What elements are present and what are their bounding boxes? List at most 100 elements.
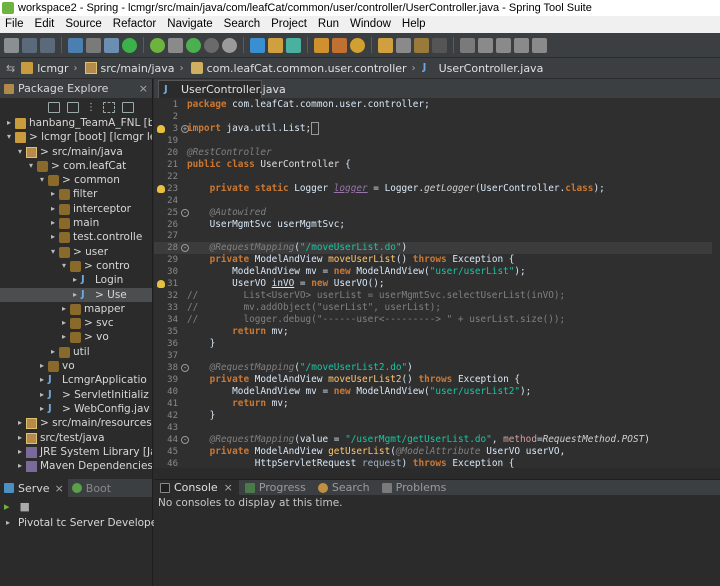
- tree-item[interactable]: ▸ J > Use: [0, 287, 152, 302]
- editor-scrollbar[interactable]: [712, 98, 720, 468]
- edit-icon[interactable]: [414, 37, 429, 53]
- toggle-mark-occurrences-icon[interactable]: [378, 37, 393, 53]
- chevron-right-icon[interactable]: ▸: [60, 302, 68, 316]
- code-line[interactable]: 46 HttpServletRequest request) throws Ex…: [154, 458, 720, 469]
- open-task-icon[interactable]: [332, 37, 347, 53]
- code-line[interactable]: 30 ModelAndView mv = new ModelAndView("u…: [154, 266, 720, 278]
- tree-item[interactable]: ▾ > user: [0, 245, 152, 259]
- tree-item[interactable]: ▸ src/test/java: [0, 431, 152, 445]
- terminal-icon[interactable]: [68, 37, 83, 53]
- code-line[interactable]: 2: [154, 111, 720, 123]
- code-line[interactable]: 23 private static Logger logger = Logger…: [154, 183, 720, 195]
- breadcrumb-file[interactable]: UserController.java: [439, 62, 544, 75]
- tree-item[interactable]: ▸ main: [0, 216, 152, 230]
- save-all-icon[interactable]: [40, 37, 55, 53]
- link-with-editor-icon[interactable]: [67, 101, 79, 113]
- save-icon[interactable]: [22, 37, 37, 53]
- maximize-icon[interactable]: [122, 101, 134, 113]
- close-icon[interactable]: ×: [224, 481, 233, 494]
- tab-search[interactable]: Search: [312, 480, 376, 495]
- menu-project[interactable]: Project: [266, 16, 313, 33]
- code-line[interactable]: 26 UserMgmtSvc userMgmtSvc;: [154, 219, 720, 231]
- menu-run[interactable]: Run: [313, 16, 345, 33]
- menu-edit[interactable]: Edit: [30, 16, 61, 33]
- chevron-right-icon[interactable]: ▸: [6, 515, 10, 531]
- run-icon[interactable]: [186, 37, 201, 53]
- chevron-right-icon[interactable]: ▸: [49, 216, 57, 230]
- tree-item[interactable]: ▸ test.controlle: [0, 230, 152, 244]
- tree-item[interactable]: ▸ > vo: [0, 330, 152, 344]
- menu-file[interactable]: File: [0, 16, 30, 33]
- server-item[interactable]: ▸ Pivotal tc Server Developer: [0, 515, 161, 531]
- collapse-all-icon[interactable]: [48, 101, 60, 113]
- spring-icon[interactable]: [150, 37, 165, 53]
- close-icon[interactable]: ×: [139, 82, 148, 95]
- tree-item[interactable]: ▸ JRE System Library [Jav: [0, 445, 152, 459]
- code-line[interactable]: 45 private ModelAndView getUserList(@Mod…: [154, 446, 720, 458]
- coverage-icon[interactable]: [204, 37, 219, 53]
- previous-annotation-icon[interactable]: [496, 37, 511, 53]
- tree-item[interactable]: ▸ J Login: [0, 273, 152, 287]
- tree-item[interactable]: ▾ > contro: [0, 259, 152, 273]
- chevron-right-icon[interactable]: ▸: [49, 187, 57, 201]
- tab-boot[interactable]: Boot: [68, 479, 115, 497]
- menu-refactor[interactable]: Refactor: [108, 16, 162, 33]
- chevron-right-icon[interactable]: ▸: [16, 431, 24, 445]
- breadcrumb-project[interactable]: lcmgr: [37, 62, 68, 75]
- chevron-right-icon[interactable]: ▸: [16, 416, 24, 430]
- breadcrumb-package[interactable]: com.leafCat.common.user.controller: [207, 62, 407, 75]
- tab-servers[interactable]: Serve ×: [0, 479, 68, 497]
- code-line[interactable]: 28- @RequestMapping("/moveUserList.do"): [154, 242, 720, 255]
- chevron-right-icon[interactable]: ▸: [49, 345, 57, 359]
- tree-item[interactable]: ▸ Maven Dependencies: [0, 459, 152, 473]
- run-external-icon[interactable]: [222, 37, 237, 53]
- pen-icon[interactable]: [432, 37, 447, 53]
- tab-problems[interactable]: Problems: [376, 480, 453, 495]
- code-line[interactable]: 36 }: [154, 338, 720, 350]
- chevron-right-icon[interactable]: ▸: [38, 373, 46, 387]
- tab-console[interactable]: Console ×: [154, 480, 239, 495]
- tree-item[interactable]: ▸ hanbang_TeamA_FNL [boo: [0, 116, 152, 130]
- next-annotation-icon[interactable]: [478, 37, 493, 53]
- search-icon[interactable]: [350, 37, 365, 53]
- tree-item[interactable]: ▸ util: [0, 345, 152, 359]
- menu-help[interactable]: Help: [397, 16, 432, 33]
- chevron-right-icon[interactable]: ▸: [71, 273, 79, 287]
- new-class-icon[interactable]: [286, 37, 301, 53]
- code-line[interactable]: 37: [154, 350, 720, 362]
- code-line[interactable]: 27: [154, 230, 720, 242]
- new-package-icon[interactable]: [268, 37, 283, 53]
- chevron-right-icon[interactable]: ▸: [49, 202, 57, 216]
- code-editor[interactable]: 1 package com.leafCat.common.user.control…: [154, 98, 720, 468]
- code-line[interactable]: 35 return mv;: [154, 326, 720, 338]
- code-line[interactable]: 21 public class UserController {: [154, 159, 720, 171]
- tree-item[interactable]: ▾ > common: [0, 173, 152, 187]
- tree-item[interactable]: ▸ mapper: [0, 302, 152, 316]
- tree-item[interactable]: ▸ vo: [0, 359, 152, 373]
- code-line[interactable]: 33 // mv.addObject("userList", userList);: [154, 302, 720, 314]
- tree-item[interactable]: ▸ J > WebConfig.jav: [0, 402, 152, 416]
- code-line[interactable]: 29 private ModelAndView moveUserList() t…: [154, 254, 720, 266]
- code-line[interactable]: 19: [154, 135, 720, 147]
- code-line[interactable]: 25- @Autowired: [154, 207, 720, 219]
- back-icon[interactable]: [514, 37, 529, 53]
- code-line[interactable]: 40 ModelAndView mv = new ModelAndView("u…: [154, 386, 720, 398]
- start-server-icon[interactable]: ▸: [4, 500, 10, 513]
- chevron-down-icon[interactable]: ▾: [38, 173, 46, 187]
- chevron-right-icon[interactable]: ▸: [60, 330, 68, 344]
- code-line[interactable]: 20 @RestController: [154, 147, 720, 159]
- tab-usercontroller[interactable]: J UserController.java: [158, 80, 286, 98]
- toggle-block-selection-icon[interactable]: [396, 37, 411, 53]
- package-explorer-tab[interactable]: Package Explore ×: [0, 79, 152, 98]
- menu-search[interactable]: Search: [219, 16, 266, 33]
- chevron-right-icon[interactable]: ▸: [38, 402, 46, 416]
- forward-icon[interactable]: [532, 37, 547, 53]
- build-icon[interactable]: [86, 37, 101, 53]
- tree-item[interactable]: ▾ > lcmgr [boot] [lcmgr leaf: [0, 130, 152, 144]
- chevron-down-icon[interactable]: ▾: [60, 259, 68, 273]
- code-line[interactable]: 38- @RequestMapping("/moveUserList2.do"): [154, 362, 720, 374]
- tree-item[interactable]: ▸ > svc: [0, 316, 152, 330]
- tab-progress[interactable]: Progress: [239, 480, 312, 495]
- code-line[interactable]: 43: [154, 422, 720, 434]
- skip-breakpoints-icon[interactable]: [104, 37, 119, 53]
